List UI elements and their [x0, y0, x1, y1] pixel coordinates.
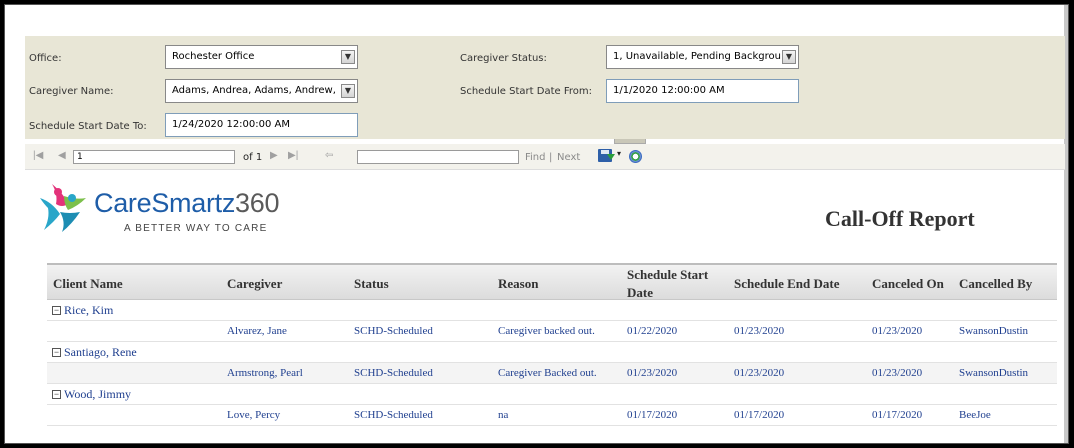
cell-status: SCHD-Scheduled	[354, 325, 433, 337]
logo-tagline: A BETTER WAY TO CARE	[124, 223, 268, 234]
refresh-icon[interactable]	[629, 150, 642, 163]
next-link[interactable]: Next	[557, 152, 580, 163]
cell-status: SCHD-Scheduled	[354, 367, 433, 379]
group-row: − Wood, Jimmy	[47, 384, 1057, 405]
cell-caregiver: Armstrong, Pearl	[227, 367, 303, 379]
report-toolbar: |◀ ◀ 1 of 1 ▶ ▶| ⇦ Find | Next ▾	[25, 144, 1065, 170]
column-header-canceled-on: Canceled On	[872, 276, 944, 291]
cell-canceled-on: 01/23/2020	[872, 325, 923, 337]
table-row: Alvarez, Jane SCHD-Scheduled Caregiver b…	[47, 321, 1057, 342]
back-icon[interactable]: ⇦	[325, 150, 333, 161]
start-from-input[interactable]: 1/1/2020 12:00:00 AM	[606, 79, 799, 103]
calloff-table: Client Name Caregiver Status Reason Sche…	[47, 263, 1057, 426]
column-header-cancelled-by: Cancelled By	[959, 276, 1033, 291]
cell-canceled-on: 01/17/2020	[872, 409, 923, 421]
previous-page-icon[interactable]: ◀	[58, 150, 66, 161]
start-to-input[interactable]: 1/24/2020 12:00:00 AM	[165, 113, 358, 137]
cell-status: SCHD-Scheduled	[354, 409, 433, 421]
cell-end: 01/23/2020	[734, 367, 785, 379]
client-name: Santiago, Rene	[64, 345, 137, 359]
caresmartz-logo-icon	[40, 184, 86, 232]
next-page-icon[interactable]: ▶	[270, 150, 278, 161]
cell-reason: na	[498, 409, 509, 421]
start-from-value: 1/1/2020 12:00:00 AM	[613, 85, 725, 96]
cell-cancelled-by: SwansonDustin	[959, 325, 1029, 337]
cell-canceled-on: 01/23/2020	[872, 367, 923, 379]
table-header: Client Name Caregiver Status Reason Sche…	[47, 263, 1057, 300]
office-label: Office:	[29, 53, 62, 64]
column-header-reason: Reason	[498, 276, 539, 291]
caregiver-name-label: Caregiver Name:	[29, 86, 114, 97]
first-page-icon[interactable]: |◀	[33, 150, 43, 161]
caregiver-status-label: Caregiver Status:	[460, 53, 547, 64]
cell-end: 01/23/2020	[734, 325, 785, 337]
page-number-input[interactable]: 1	[73, 150, 235, 164]
find-input[interactable]	[357, 150, 519, 164]
column-header-status: Status	[354, 276, 389, 291]
caregiver-status-select[interactable]: 1, Unavailable, Pending Backgrou ▼	[606, 45, 799, 69]
collapse-toggle-icon[interactable]: −	[52, 390, 61, 399]
logo-number: 360	[235, 188, 280, 218]
cell-start: 01/23/2020	[627, 367, 678, 379]
group-row: − Rice, Kim	[47, 300, 1057, 321]
client-name: Rice, Kim	[64, 303, 114, 317]
table-row: Armstrong, Pearl SCHD-Scheduled Caregive…	[47, 363, 1057, 384]
cell-cancelled-by: BeeJoe	[959, 409, 991, 421]
chevron-down-icon[interactable]: ▼	[341, 84, 355, 98]
collapse-toggle-icon[interactable]: −	[52, 306, 61, 315]
cell-caregiver: Alvarez, Jane	[227, 325, 287, 337]
parameters-panel: Office: Rochester Office ▼ Caregiver Sta…	[25, 36, 1065, 139]
find-link[interactable]: Find	[525, 152, 546, 163]
chevron-down-icon[interactable]: ▼	[782, 50, 796, 64]
client-name: Wood, Jimmy	[64, 387, 132, 401]
chevron-down-icon[interactable]: ▼	[341, 50, 355, 64]
export-dropdown-icon[interactable]: ▾	[617, 149, 621, 158]
caregiver-name-select[interactable]: Adams, Andrea, Adams, Andrew, ▼	[165, 79, 358, 103]
office-select[interactable]: Rochester Office ▼	[165, 45, 358, 69]
collapse-toggle-icon[interactable]: −	[52, 348, 61, 357]
column-header-start-line2: Date	[627, 285, 653, 300]
last-page-icon[interactable]: ▶|	[288, 150, 298, 161]
start-to-label: Schedule Start Date To:	[29, 121, 147, 132]
start-from-label: Schedule Start Date From:	[460, 86, 592, 97]
cell-end: 01/17/2020	[734, 409, 785, 421]
group-row: − Santiago, Rene	[47, 342, 1057, 363]
cell-start: 01/22/2020	[627, 325, 678, 337]
logo-name: CareSmartz	[94, 188, 236, 218]
table-row: Love, Percy SCHD-Scheduled na 01/17/2020…	[47, 405, 1057, 426]
page-count-label: of 1	[243, 152, 263, 163]
column-header-start-line1: Schedule Start	[627, 267, 709, 282]
toolbar-separator: |	[549, 152, 553, 163]
export-arrow-icon	[607, 154, 615, 160]
caregiver-name-value: Adams, Andrea, Adams, Andrew,	[172, 85, 336, 96]
cell-reason: Caregiver backed out.	[498, 325, 595, 337]
cell-reason: Caregiver Backed out.	[498, 367, 597, 379]
column-header-end: Schedule End Date	[734, 276, 840, 291]
report-title: Call-Off Report	[825, 206, 975, 231]
column-header-caregiver: Caregiver	[227, 276, 283, 291]
cell-cancelled-by: SwansonDustin	[959, 367, 1029, 379]
column-header-client: Client Name	[53, 276, 123, 291]
cell-start: 01/17/2020	[627, 409, 678, 421]
caregiver-status-value: 1, Unavailable, Pending Backgrou	[613, 51, 781, 62]
office-value: Rochester Office	[172, 51, 255, 62]
start-to-value: 1/24/2020 12:00:00 AM	[172, 119, 291, 130]
logo-wordmark: CareSmartz360	[94, 188, 279, 219]
cell-caregiver: Love, Percy	[227, 409, 281, 421]
